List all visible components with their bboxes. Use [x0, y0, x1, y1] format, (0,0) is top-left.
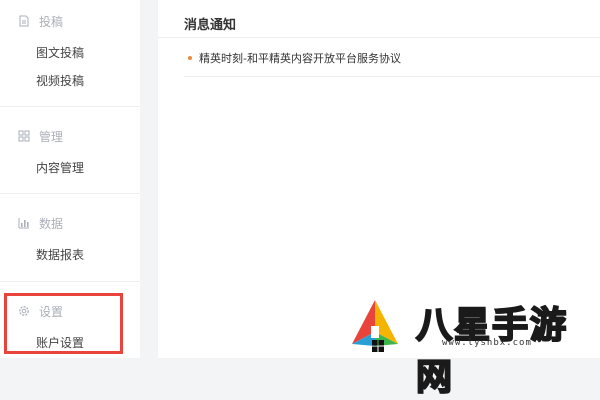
divider — [0, 281, 140, 282]
watermark-brand: 八星手游网 — [415, 303, 569, 399]
notice-text: 精英时刻-和平精英内容开放平台服务协议 — [199, 52, 401, 65]
grid-icon — [18, 130, 30, 142]
highlight-box — [4, 293, 123, 354]
page-title: 消息通知 — [184, 18, 237, 33]
divider — [184, 76, 600, 77]
divider — [0, 193, 140, 194]
windows-icon — [372, 340, 384, 352]
sidebar-section-manage: 管理 — [18, 127, 63, 145]
sidebar-item-video-submit[interactable]: 视频投稿 — [36, 72, 84, 89]
sidebar-item-image-text-submit[interactable]: 图文投稿 — [36, 44, 84, 61]
sidebar-section-submit: 投稿 — [18, 12, 63, 30]
bullet-icon — [188, 56, 192, 60]
divider — [0, 106, 140, 107]
section-title: 管理 — [39, 129, 64, 144]
sidebar-item-content-manage[interactable]: 内容管理 — [36, 159, 84, 176]
sidebar-item-data-report[interactable]: 数据报表 — [36, 246, 84, 263]
section-title: 数据 — [39, 216, 64, 231]
section-title: 投稿 — [39, 14, 64, 29]
bar-chart-icon — [18, 217, 30, 229]
notice-item[interactable]: 精英时刻-和平精英内容开放平台服务协议 — [188, 50, 401, 66]
watermark-url: www.lyshbx.com — [442, 338, 532, 348]
document-icon — [18, 15, 30, 27]
divider — [158, 37, 600, 38]
sidebar: 投稿 图文投稿 视频投稿 管理 内容管理 数据 数据报表 设置 账户设置 — [0, 0, 140, 358]
sidebar-section-data: 数据 — [18, 214, 63, 232]
